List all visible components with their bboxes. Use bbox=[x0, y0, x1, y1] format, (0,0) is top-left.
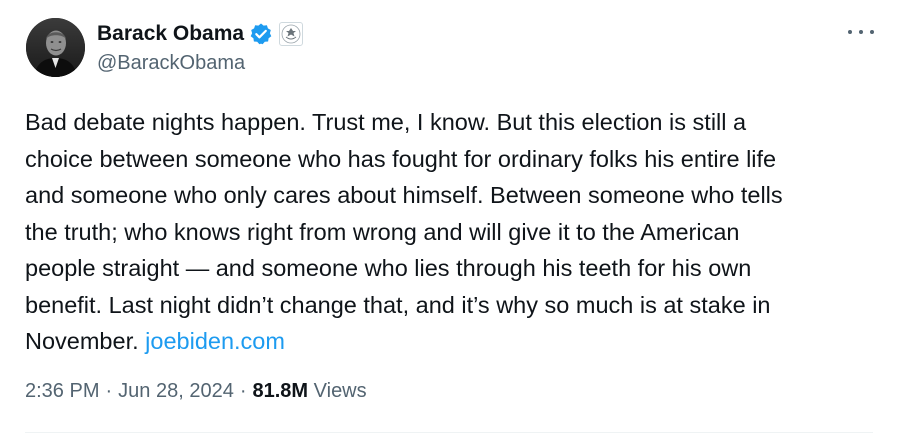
tweet-text: Bad debate nights happen. Trust me, I kn… bbox=[25, 104, 880, 360]
tweet-text-line: benefit. Last night didn’t change that, … bbox=[25, 291, 771, 318]
views-label: Views bbox=[313, 380, 367, 402]
tweet-text-line: people straight — and someone who lies t… bbox=[25, 255, 752, 281]
divider bbox=[25, 432, 873, 433]
tweet-card: Barack Obama @BarackObama Bad debate nig… bbox=[0, 0, 898, 447]
more-options-icon[interactable] bbox=[848, 22, 874, 42]
meta-separator: · bbox=[239, 380, 247, 402]
avatar[interactable] bbox=[26, 18, 85, 77]
tweet-text-last-line: November. joebiden.com bbox=[25, 323, 880, 360]
verified-badge-icon[interactable] bbox=[249, 22, 273, 46]
author-display-name[interactable]: Barack Obama bbox=[97, 22, 244, 46]
views-count: 81.8M bbox=[252, 380, 309, 402]
tweet-text-line: the truth; who knows right from wrong an… bbox=[25, 218, 740, 245]
tweet-link[interactable]: joebiden.com bbox=[145, 328, 285, 354]
tweet-meta: 2:36 PM · Jun 28, 2024 · 81.8M Views bbox=[25, 380, 367, 403]
tweet-text-line: and someone who only cares about himself… bbox=[25, 182, 783, 208]
author-handle[interactable]: @BarackObama bbox=[97, 52, 245, 75]
tweet-date[interactable]: Jun 28, 2024 bbox=[118, 380, 234, 402]
tweet-text-line: choice between someone who has fought fo… bbox=[25, 145, 777, 172]
meta-separator: · bbox=[105, 380, 113, 402]
seal-icon[interactable] bbox=[279, 22, 304, 46]
tweet-text-line: November. bbox=[25, 328, 139, 354]
tweet-time[interactable]: 2:36 PM bbox=[25, 380, 99, 402]
more-dot bbox=[870, 30, 874, 34]
author-name-row: Barack Obama bbox=[97, 20, 304, 48]
more-dot bbox=[848, 30, 852, 34]
more-dot bbox=[859, 30, 863, 34]
avatar-image bbox=[26, 18, 85, 77]
tweet-text-line: Bad debate nights happen. Trust me, I kn… bbox=[25, 109, 747, 135]
